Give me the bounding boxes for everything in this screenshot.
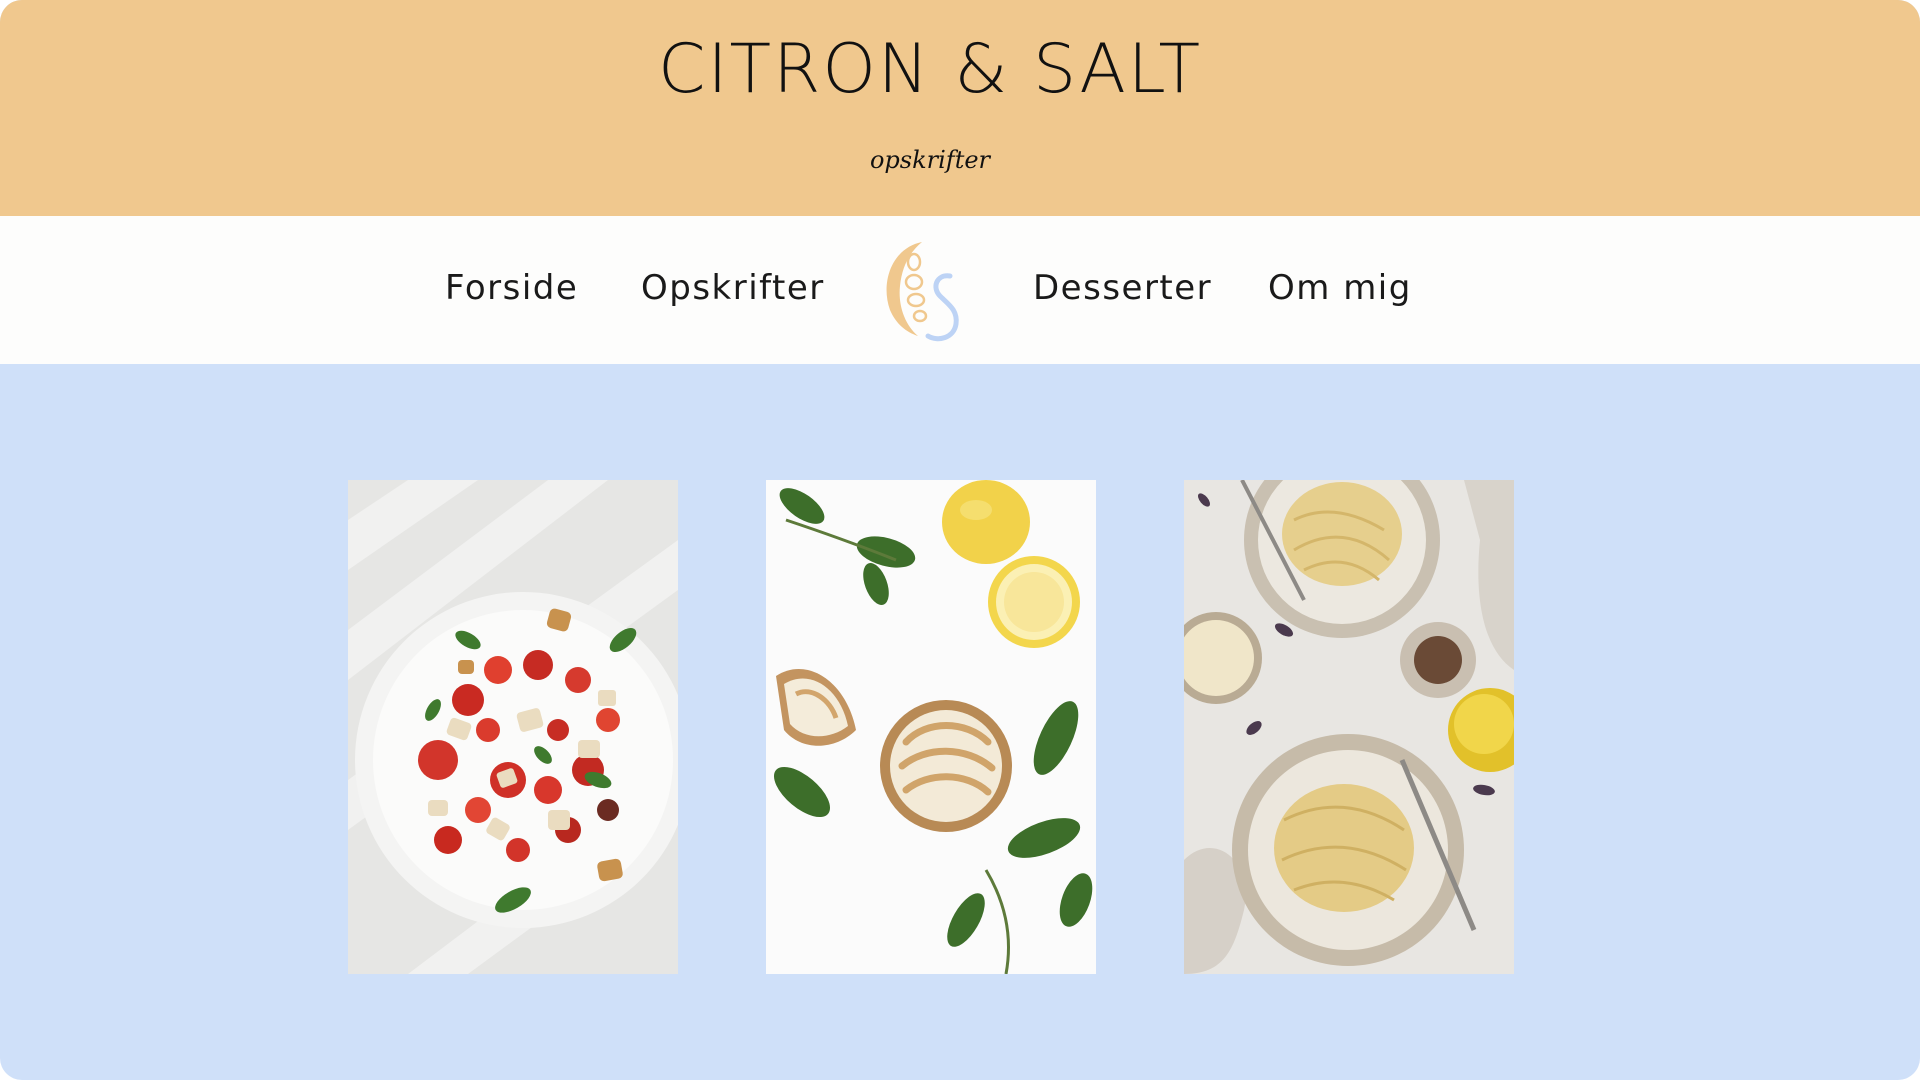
lemon-s-logo-icon[interactable] (878, 230, 974, 350)
nav-link-opskrifter[interactable]: Opskrifter (641, 266, 825, 310)
site-tagline: opskrifter (869, 146, 991, 174)
nav-link-forside[interactable]: Forside (445, 266, 578, 310)
nav-link-om-mig[interactable]: Om mig (1268, 266, 1412, 310)
site-header: CITRON & SALT opskrifter (0, 0, 1920, 216)
recipe-gallery (0, 364, 1920, 1080)
nav-link-desserter[interactable]: Desserter (1033, 266, 1212, 310)
main-navigation: Forside Opskrifter Desserter Om mig (0, 216, 1920, 364)
page: CITRON & SALT opskrifter Forside Opskrif… (0, 0, 1920, 1080)
lemon-meringue-tart-photo (766, 480, 1096, 974)
tomato-bread-salad-photo (348, 480, 678, 974)
spaghetti-carbonara-photo (1184, 480, 1514, 974)
recipe-card-spaghetti[interactable] (1184, 480, 1514, 974)
recipe-card-lemon-tart[interactable] (766, 480, 1096, 974)
recipe-card-tomato-salad[interactable] (348, 480, 678, 974)
site-title: CITRON & SALT (658, 30, 1202, 109)
